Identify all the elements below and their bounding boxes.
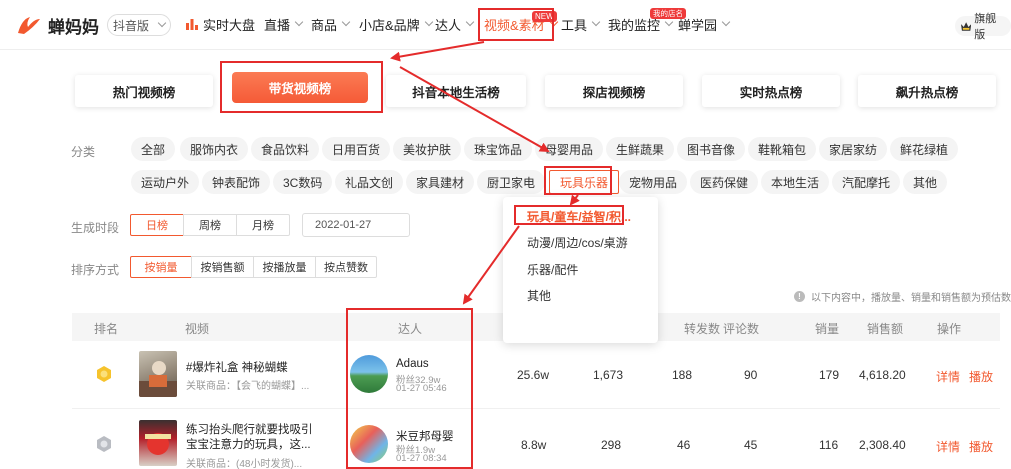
arrow-tab-to-category xyxy=(399,66,550,152)
arrow-nav-to-tab xyxy=(390,41,485,62)
page: 蝉妈妈 抖音版 实时大盘 直播 商品 小店&品牌 达人 视频&素材 NEW 工具… xyxy=(0,0,1011,469)
arrow-category-to-subcategory xyxy=(569,194,580,206)
arrow-subcategory-to-influencers xyxy=(462,225,520,305)
annotation-arrows xyxy=(390,41,580,305)
